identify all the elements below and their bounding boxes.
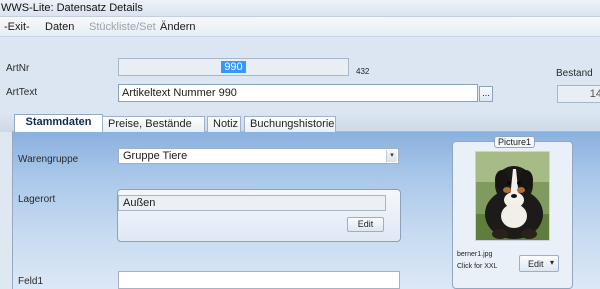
- artnr-label: ArtNr: [6, 63, 30, 74]
- artnr-field[interactable]: 990: [118, 58, 349, 76]
- window-title-bar: WWS-Lite: Datensatz Details: [0, 0, 600, 17]
- warengruppe-value: Gruppe Tiere: [123, 150, 188, 162]
- dog-photo[interactable]: [475, 151, 550, 241]
- tab-stammdaten[interactable]: Stammdaten: [14, 114, 103, 132]
- photo-image: [476, 152, 549, 240]
- arttext-label: ArtText: [6, 87, 38, 98]
- bestand-label: Bestand: [556, 68, 593, 79]
- feld1-field[interactable]: [118, 271, 400, 289]
- picture-edit-label: Edit: [528, 259, 544, 269]
- bestand-field: 14: [557, 85, 600, 103]
- lagerort-field: Außen: [118, 195, 386, 211]
- menu-stueckliste-set[interactable]: Stückliste/Set: [89, 20, 156, 34]
- tab-buchungshistorie[interactable]: Buchungshistorie: [244, 116, 336, 132]
- picture-title: Picture1: [494, 136, 536, 148]
- picture-edit-button[interactable]: Edit ▾: [519, 255, 559, 272]
- arttext-field[interactable]: Artikeltext Nummer 990: [118, 84, 478, 102]
- menu-daten[interactable]: Daten: [45, 20, 74, 34]
- artnr-value: 990: [221, 61, 246, 73]
- feld1-label: Feld1: [18, 276, 44, 287]
- lagerort-label: Lagerort: [18, 194, 56, 205]
- picture-filename: berner1.jpg: [457, 251, 493, 258]
- artnr-extra-value: 432: [356, 67, 370, 76]
- menu-aendern[interactable]: Ändern: [160, 20, 195, 34]
- menu-bar: -Exit- Daten Stückliste/Set Ändern: [0, 17, 600, 37]
- warengruppe-label: Warengruppe: [18, 154, 79, 165]
- picture-hint: Click for XXL: [457, 263, 498, 270]
- arttext-browse-button[interactable]: ...: [479, 86, 493, 102]
- tab-notiz[interactable]: Notiz: [207, 116, 241, 132]
- header-area: [0, 38, 600, 115]
- lagerort-edit-button[interactable]: Edit: [347, 217, 384, 232]
- tab-preise-bestaende[interactable]: Preise, Bestände etc: [102, 116, 205, 144]
- chevron-down-icon[interactable]: ▾: [386, 150, 397, 162]
- chevron-down-icon[interactable]: ▾: [550, 258, 554, 267]
- warengruppe-select[interactable]: Gruppe Tiere ▾: [118, 148, 399, 164]
- menu-exit[interactable]: -Exit-: [4, 20, 30, 34]
- window-title: WWS-Lite: Datensatz Details: [1, 2, 143, 14]
